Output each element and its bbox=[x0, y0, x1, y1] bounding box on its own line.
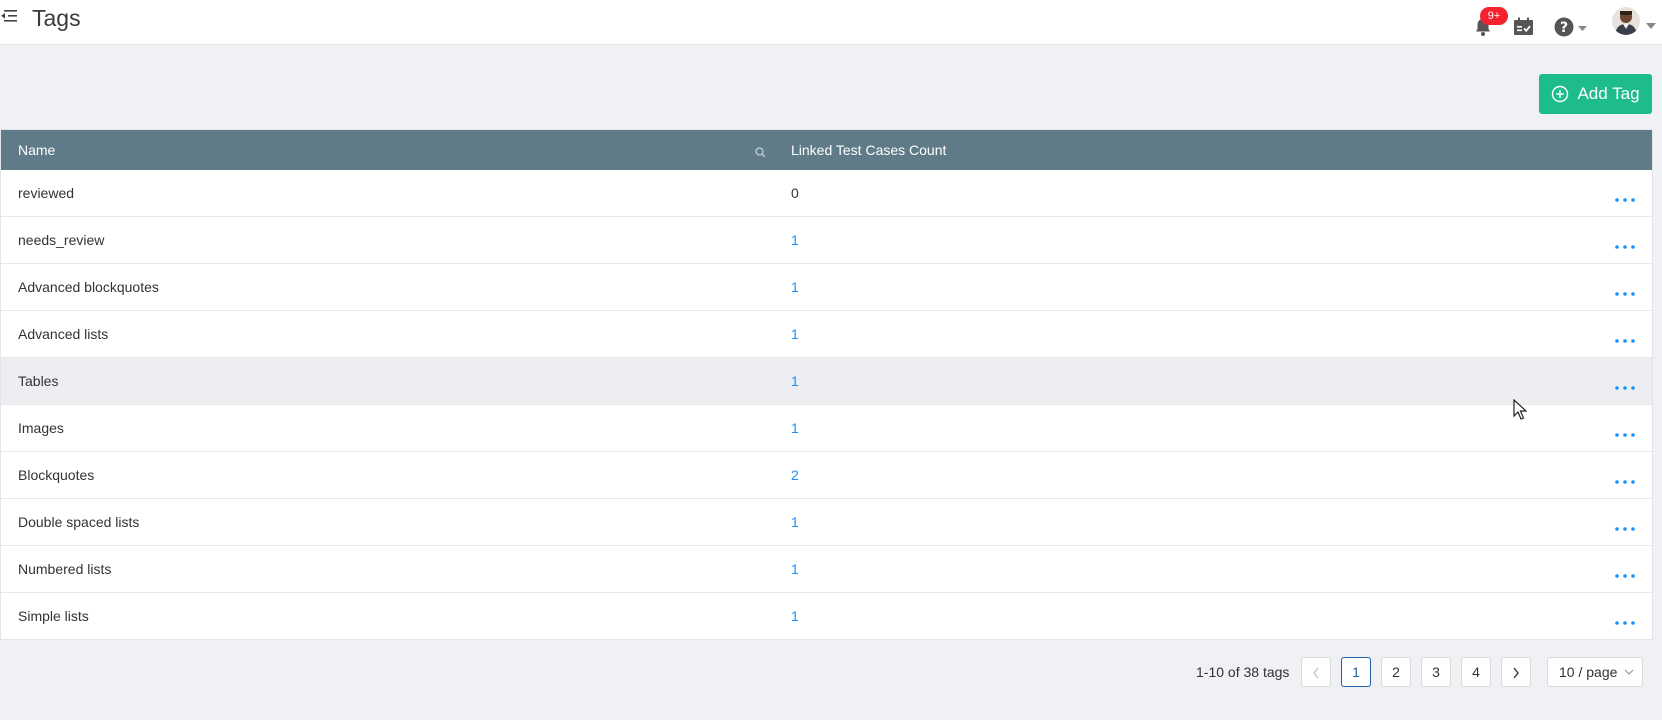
tag-name: Images bbox=[18, 420, 64, 436]
more-actions-icon[interactable] bbox=[1614, 237, 1636, 249]
more-actions-icon[interactable] bbox=[1614, 613, 1636, 625]
linked-test-cases-count: 0 bbox=[791, 185, 799, 201]
mouse-cursor-icon bbox=[1513, 398, 1528, 421]
more-actions-icon[interactable] bbox=[1614, 378, 1636, 390]
tag-name: needs_review bbox=[18, 232, 105, 248]
chevron-down-icon bbox=[1646, 23, 1656, 29]
tag-name: Numbered lists bbox=[18, 561, 112, 577]
more-actions-icon[interactable] bbox=[1614, 519, 1636, 531]
more-actions-icon[interactable] bbox=[1614, 472, 1636, 484]
linked-test-cases-count[interactable]: 1 bbox=[791, 264, 799, 311]
table-header: Name Linked Test Cases Count bbox=[1, 130, 1652, 170]
tag-name: Simple lists bbox=[18, 608, 89, 624]
table-row[interactable]: Simple lists 1 bbox=[1, 593, 1652, 639]
tag-name: reviewed bbox=[18, 185, 75, 201]
page-size-value: 10 / page bbox=[1559, 664, 1618, 680]
more-actions-icon[interactable] bbox=[1614, 425, 1636, 437]
search-icon[interactable] bbox=[755, 145, 766, 158]
next-page-button[interactable] bbox=[1501, 657, 1531, 687]
linked-test-cases-count[interactable]: 1 bbox=[791, 593, 799, 640]
page-button-1[interactable]: 1 bbox=[1341, 657, 1371, 687]
table-row[interactable]: Advanced blockquotes 1 bbox=[1, 264, 1652, 311]
table-row[interactable]: Blockquotes 2 bbox=[1, 452, 1652, 499]
linked-test-cases-count[interactable]: 1 bbox=[791, 499, 799, 546]
table-row[interactable]: Numbered lists 1 bbox=[1, 546, 1652, 593]
add-tag-button[interactable]: Add Tag bbox=[1539, 74, 1652, 114]
notification-badge: 9+ bbox=[1480, 7, 1508, 25]
table-body: reviewed 0 needs_review 1 Advanced blockquot… bbox=[1, 170, 1652, 639]
tags-table: Name Linked Test Cases Count reviewed 0 ne… bbox=[0, 129, 1653, 640]
table-row[interactable]: reviewed 0 bbox=[1, 170, 1652, 217]
menu-fold-icon[interactable] bbox=[0, 8, 20, 26]
linked-test-cases-count[interactable]: 2 bbox=[791, 452, 799, 499]
pagination-total: 1-10 of 38 tags bbox=[1196, 664, 1290, 680]
tag-name: Blockquotes bbox=[18, 467, 95, 483]
table-row[interactable]: Images 1 bbox=[1, 405, 1652, 452]
linked-test-cases-count[interactable]: 1 bbox=[791, 311, 799, 358]
column-header-name: Name bbox=[18, 142, 56, 158]
tag-name: Double spaced lists bbox=[18, 514, 140, 530]
svg-text:?: ? bbox=[1560, 20, 1568, 36]
tag-name: Advanced blockquotes bbox=[18, 279, 159, 295]
more-actions-icon[interactable] bbox=[1614, 190, 1636, 202]
more-actions-icon[interactable] bbox=[1614, 284, 1636, 296]
table-row[interactable]: Advanced lists 1 bbox=[1, 311, 1652, 358]
more-actions-icon[interactable] bbox=[1614, 331, 1636, 343]
chevron-right-icon bbox=[1513, 667, 1519, 679]
linked-test-cases-count[interactable]: 1 bbox=[791, 405, 799, 452]
user-menu[interactable] bbox=[1612, 7, 1660, 37]
table-row[interactable]: Double spaced lists 1 bbox=[1, 499, 1652, 546]
help-icon[interactable]: ? bbox=[1554, 17, 1594, 39]
linked-test-cases-count[interactable]: 1 bbox=[791, 217, 799, 264]
page-title: Tags bbox=[32, 5, 81, 31]
top-bar: Tags 9+ ? bbox=[0, 0, 1662, 45]
avatar bbox=[1612, 7, 1640, 35]
plus-circle-icon bbox=[1552, 85, 1569, 103]
more-actions-icon[interactable] bbox=[1614, 566, 1636, 578]
linked-test-cases-count[interactable]: 1 bbox=[791, 546, 799, 593]
table-row[interactable]: needs_review 1 bbox=[1, 217, 1652, 264]
linked-test-cases-count[interactable]: 1 bbox=[791, 358, 799, 405]
table-row[interactable]: Tables 1 bbox=[1, 358, 1652, 405]
prev-page-button[interactable] bbox=[1301, 657, 1331, 687]
chevron-down-icon bbox=[1624, 669, 1634, 675]
add-tag-label: Add Tag bbox=[1577, 84, 1640, 103]
tag-name: Advanced lists bbox=[18, 326, 109, 342]
calendar-check-icon[interactable] bbox=[1513, 17, 1535, 37]
chevron-left-icon bbox=[1313, 667, 1319, 679]
page-button-3[interactable]: 3 bbox=[1421, 657, 1451, 687]
column-header-linked-count: Linked Test Cases Count bbox=[791, 142, 947, 158]
page-size-select[interactable]: 10 / page bbox=[1547, 657, 1643, 687]
page-button-4[interactable]: 4 bbox=[1461, 657, 1491, 687]
tag-name: Tables bbox=[18, 373, 59, 389]
page-button-2[interactable]: 2 bbox=[1381, 657, 1411, 687]
